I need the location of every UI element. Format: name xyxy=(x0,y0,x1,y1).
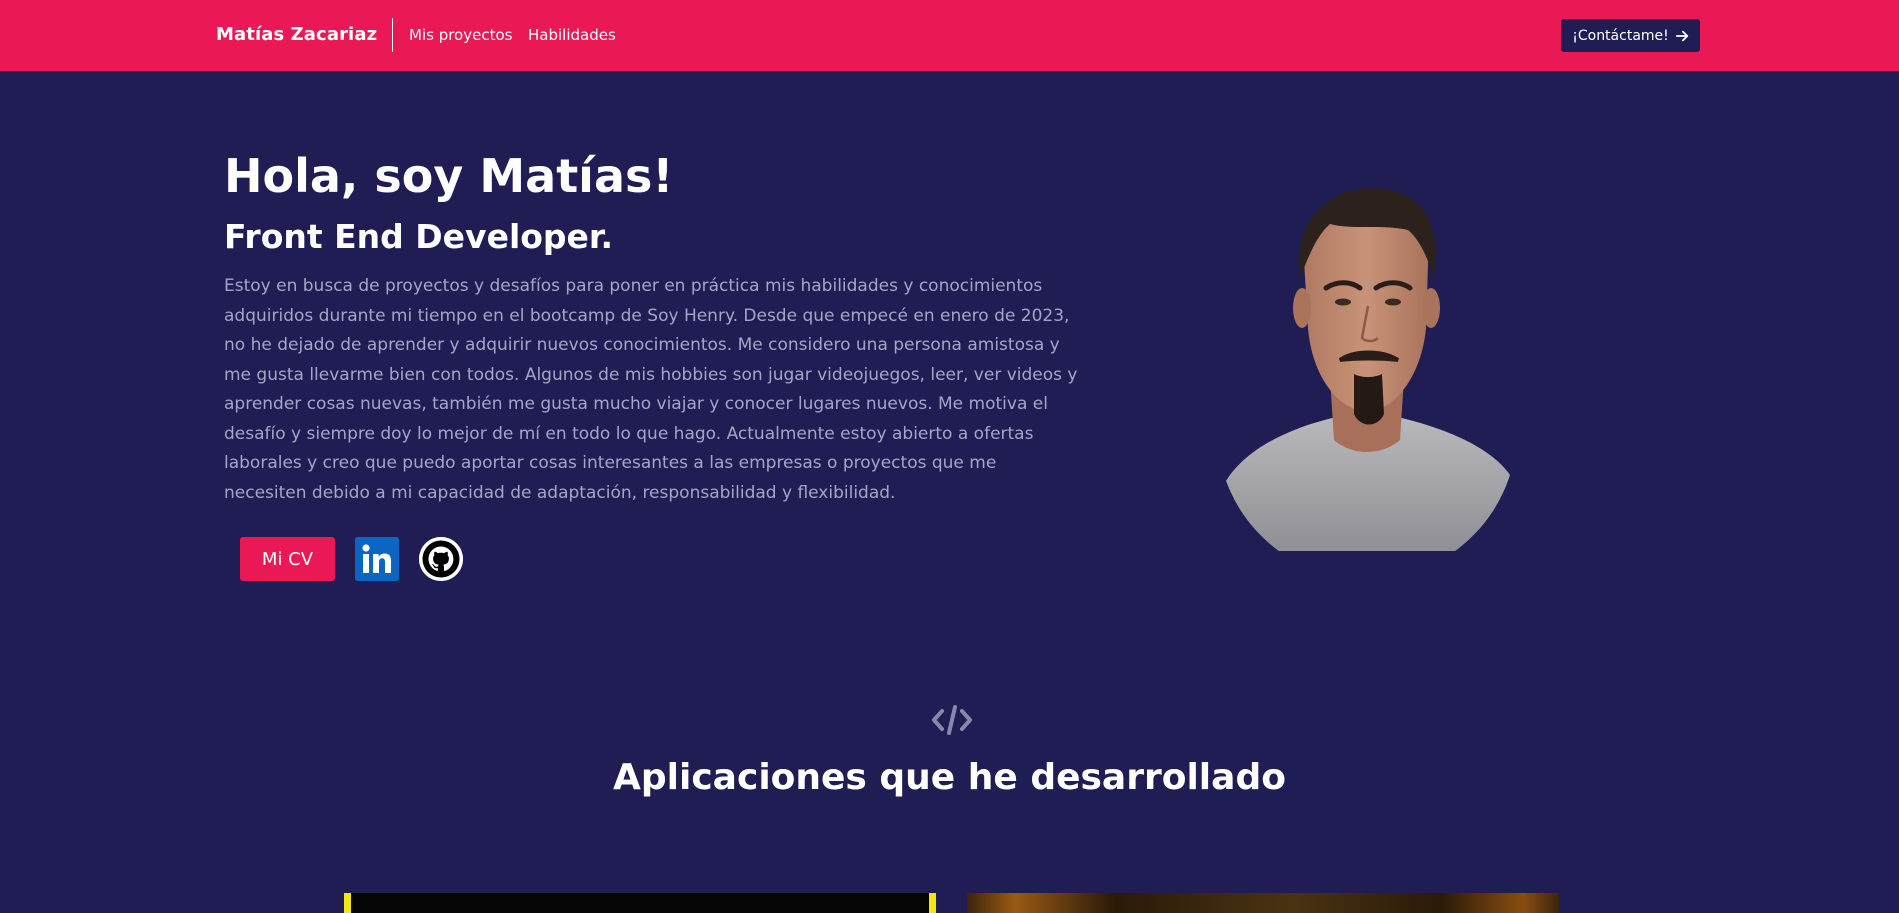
project-card[interactable] xyxy=(344,893,936,913)
arrow-right-icon xyxy=(1675,30,1688,41)
cv-button[interactable]: Mi CV xyxy=(240,537,335,581)
contact-button-label: ¡Contáctame! xyxy=(1572,27,1669,44)
nav-link-projects[interactable]: Mis proyectos xyxy=(409,26,512,44)
brand-name[interactable]: Matías Zacariaz xyxy=(216,24,377,45)
projects-section-title: Aplicaciones que he desarrollado xyxy=(613,757,1286,798)
nav-link-skills[interactable]: Habilidades xyxy=(528,26,616,44)
profile-photo xyxy=(1222,188,1512,551)
contact-button[interactable]: ¡Contáctame! xyxy=(1561,19,1700,52)
hero-subtitle: Front End Developer. xyxy=(224,217,614,256)
hero-title: Hola, soy Matías! xyxy=(224,149,674,203)
top-navbar: Matías Zacariaz Mis proyectos Habilidade… xyxy=(0,0,1899,71)
code-icon xyxy=(932,705,972,735)
linkedin-icon[interactable] xyxy=(355,537,399,581)
project-card[interactable] xyxy=(967,893,1559,913)
nav-divider xyxy=(392,18,393,52)
github-icon[interactable] xyxy=(419,537,463,581)
hero-bio: Estoy en busca de proyectos y desafíos p… xyxy=(224,276,1078,503)
